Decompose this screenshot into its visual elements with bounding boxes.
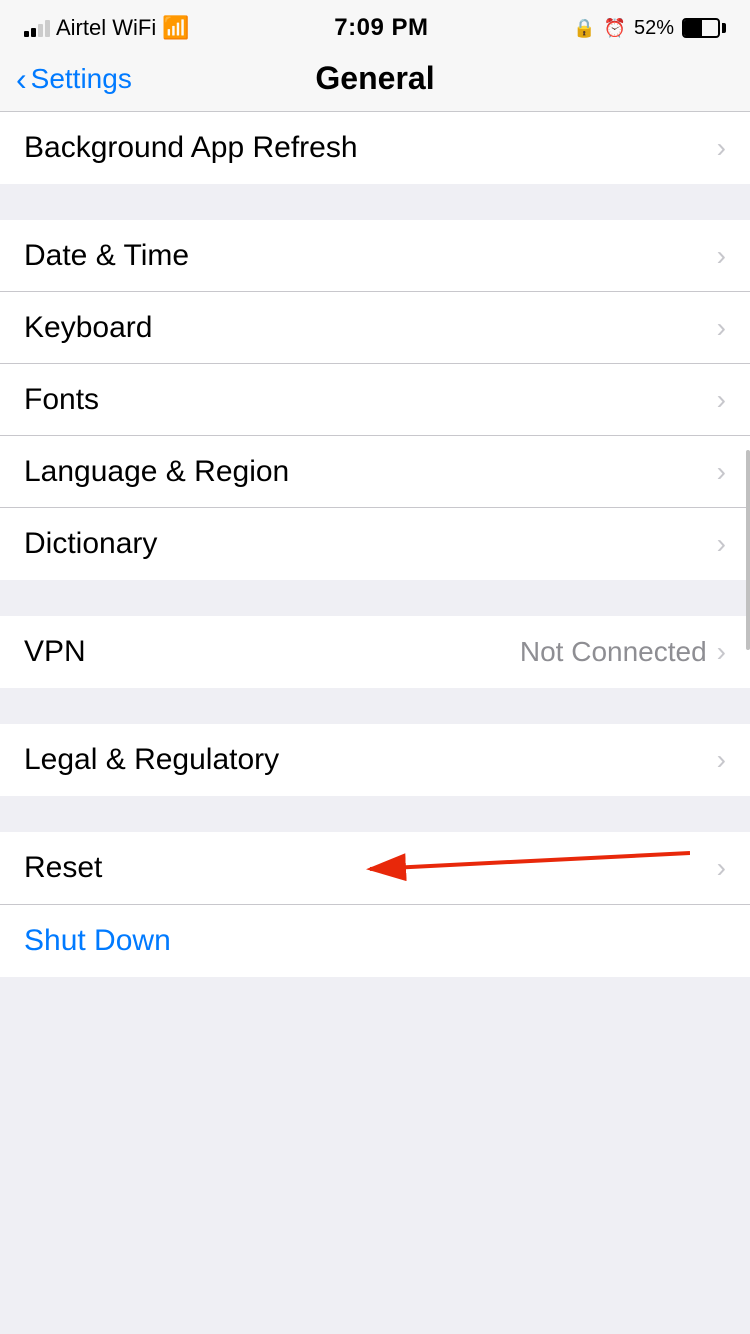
carrier-name: Airtel WiFi [56, 15, 156, 41]
item-label-vpn: VPN [24, 635, 86, 669]
separator-3 [0, 688, 750, 724]
list-item-date-time[interactable]: Date & Time › [0, 220, 750, 292]
item-label-dictionary: Dictionary [24, 527, 157, 561]
signal-bar-1 [24, 31, 29, 37]
vpn-section: VPN Not Connected › [0, 616, 750, 688]
list-item-language-region[interactable]: Language & Region › [0, 436, 750, 508]
battery-body [682, 18, 720, 38]
chevron-right-icon: › [717, 312, 726, 344]
chevron-right-icon: › [717, 528, 726, 560]
vpn-status: Not Connected [520, 636, 707, 668]
chevron-right-icon: › [717, 384, 726, 416]
list-item-vpn[interactable]: VPN Not Connected › [0, 616, 750, 688]
separator-2 [0, 580, 750, 616]
list-item-shutdown[interactable]: Shut Down [0, 905, 750, 977]
lock-icon: 🔒 [573, 18, 595, 39]
scrollbar-thumb [746, 450, 750, 650]
item-label-date-time: Date & Time [24, 239, 189, 273]
item-label-shutdown: Shut Down [24, 924, 171, 958]
status-right: 🔒 ⏰ 52% [573, 17, 726, 40]
legal-section: Legal & Regulatory › [0, 724, 750, 796]
alarm-icon: ⏰ [604, 18, 626, 39]
red-arrow-annotation [310, 843, 690, 893]
status-time: 7:09 PM [334, 14, 428, 42]
item-label-fonts: Fonts [24, 383, 99, 417]
item-label-background-app-refresh: Background App Refresh [24, 131, 358, 165]
list-item-background-app-refresh[interactable]: Background App Refresh › [0, 112, 750, 184]
chevron-right-icon: › [717, 744, 726, 776]
item-label-keyboard: Keyboard [24, 311, 152, 345]
page-title: General [315, 60, 434, 97]
status-left: Airtel WiFi 📶 [24, 15, 190, 41]
list-item-fonts[interactable]: Fonts › [0, 364, 750, 436]
battery-nub [722, 23, 726, 33]
item-label-language-region: Language & Region [24, 455, 289, 489]
middle-section: Date & Time › Keyboard › Fonts › Langu [0, 220, 750, 580]
status-bar: Airtel WiFi 📶 7:09 PM 🔒 ⏰ 52% [0, 0, 750, 50]
list-item-legal-regulatory[interactable]: Legal & Regulatory › [0, 724, 750, 796]
separator-4 [0, 796, 750, 832]
top-section: Background App Refresh › [0, 112, 750, 184]
signal-bar-3 [38, 24, 43, 37]
reset-section: Reset › [0, 832, 750, 904]
chevron-right-icon: › [717, 240, 726, 272]
back-label: Settings [31, 63, 132, 95]
content: Background App Refresh › Date & Time › K… [0, 112, 750, 1037]
wifi-icon: 📶 [162, 15, 189, 41]
chevron-right-icon: › [717, 852, 726, 884]
scrollbar-track [744, 50, 750, 1334]
back-button[interactable]: ‹ Settings [16, 63, 132, 95]
battery-percentage: 52% [634, 17, 674, 40]
signal-bar-2 [31, 28, 36, 37]
nav-bar: ‹ Settings General [0, 50, 750, 112]
battery-indicator [682, 18, 726, 38]
bottom-padding [0, 977, 750, 1037]
list-item-keyboard[interactable]: Keyboard › [0, 292, 750, 364]
list-item-reset[interactable]: Reset › [0, 832, 750, 904]
list-item-dictionary[interactable]: Dictionary › [0, 508, 750, 580]
item-label-reset: Reset [24, 851, 102, 885]
chevron-right-icon: › [717, 456, 726, 488]
battery-fill [684, 20, 702, 36]
back-chevron-icon: ‹ [16, 63, 27, 95]
signal-bars [24, 19, 50, 37]
chevron-right-icon: › [717, 132, 726, 164]
shutdown-section: Shut Down [0, 905, 750, 977]
separator-1 [0, 184, 750, 220]
chevron-right-icon: › [717, 636, 726, 668]
item-label-legal-regulatory: Legal & Regulatory [24, 743, 279, 777]
signal-bar-4 [45, 20, 50, 37]
